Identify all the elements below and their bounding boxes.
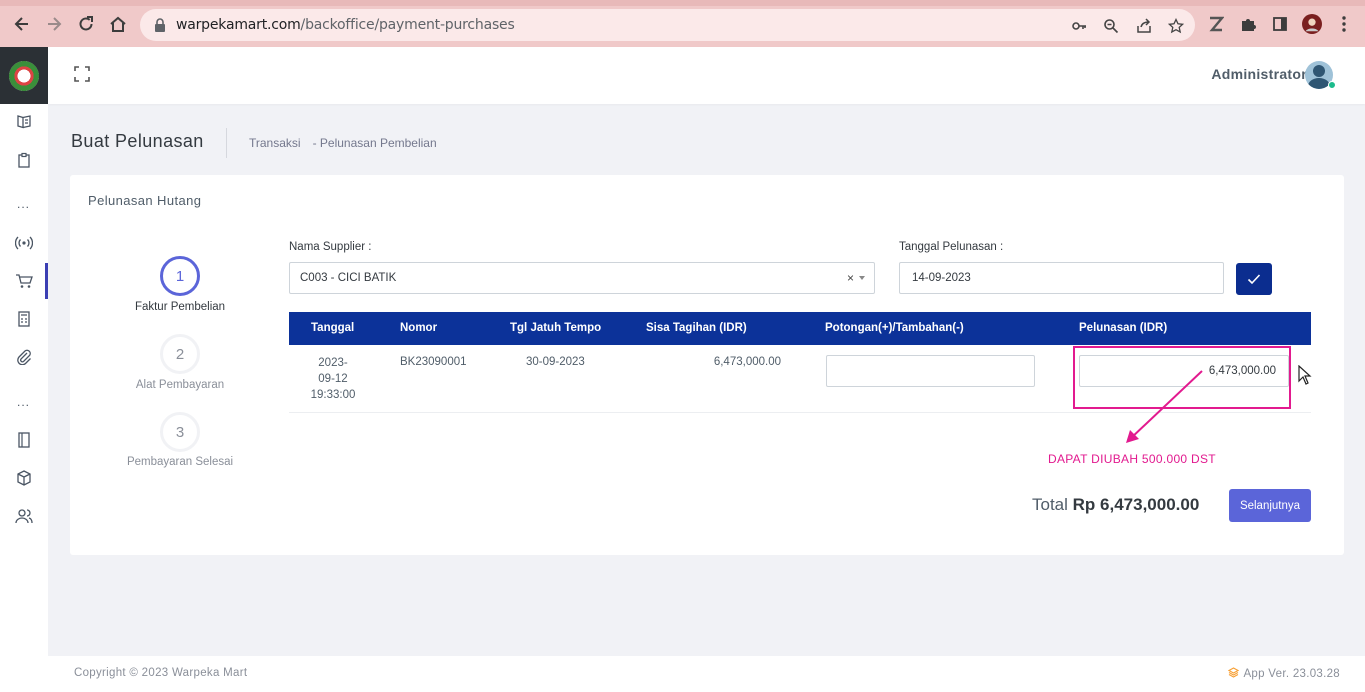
share-icon[interactable] xyxy=(1135,17,1153,35)
sidebar-logo-container[interactable] xyxy=(0,47,48,104)
layers-icon xyxy=(1228,667,1240,681)
url-host: warpekamart.com xyxy=(176,17,301,33)
annotation-text: DAPAT DIUBAH 500.000 DST xyxy=(1048,452,1216,466)
check-icon xyxy=(1247,274,1261,285)
step-2-circle: 2 xyxy=(160,334,200,374)
users-icon[interactable] xyxy=(14,506,34,526)
brand-logo xyxy=(9,60,39,91)
next-button[interactable]: Selanjutnya xyxy=(1229,489,1311,522)
row-date-line: 19:33:00 xyxy=(310,389,356,401)
annotation-arrow-icon xyxy=(1126,370,1203,443)
page-title: Buat Pelunasan xyxy=(71,131,204,151)
confirm-button[interactable] xyxy=(1236,263,1272,295)
supplier-selected-value: C003 - CICI BATIK xyxy=(300,272,397,284)
fullscreen-icon[interactable] xyxy=(73,65,91,83)
payment-card: Pelunasan Hutang 1 Faktur Pembelian 2 Al… xyxy=(70,175,1344,555)
attachment-icon[interactable] xyxy=(14,347,34,367)
footer: Copyright © 2023 Warpeka Mart App Ver. 2… xyxy=(48,656,1365,692)
sidebar-active-indicator xyxy=(45,263,48,299)
menu-section-dots: ... xyxy=(17,395,31,409)
key-icon[interactable] xyxy=(1070,17,1088,35)
total-amount: Total Rp 6,473,000.00 xyxy=(1032,495,1199,515)
column-header-due-date: Tgl Jatuh Tempo xyxy=(510,322,602,334)
url-path: /backoffice/payment-purchases xyxy=(300,17,515,33)
zotero-extension-icon[interactable] xyxy=(1206,14,1226,34)
step-3-circle: 3 xyxy=(160,412,200,452)
sidebar: ... ... xyxy=(0,47,48,692)
step-2-label: Alat Pembayaran xyxy=(135,379,225,391)
supplier-label: Nama Supplier : xyxy=(289,241,372,253)
browser-toolbar: warpekamart.com/backoffice/payment-purch… xyxy=(0,0,1365,47)
zoom-icon[interactable] xyxy=(1102,17,1120,35)
extensions-puzzle-icon[interactable] xyxy=(1238,14,1258,34)
step-1-label: Faktur Pembelian xyxy=(134,301,226,313)
book-icon[interactable] xyxy=(14,430,34,450)
tab-strip xyxy=(0,0,1365,6)
cart-icon[interactable] xyxy=(14,271,34,291)
chevron-down-icon[interactable] xyxy=(859,276,865,280)
calculator-icon[interactable] xyxy=(14,309,34,329)
mouse-cursor-icon xyxy=(1298,365,1312,385)
breadcrumb-item-current: - Pelunasan Pembelian xyxy=(312,136,437,150)
user-name[interactable]: Administrator xyxy=(1211,66,1307,82)
dashboard-icon[interactable] xyxy=(14,111,34,131)
avatar-body xyxy=(1308,78,1330,89)
breadcrumb: Transaksi - Pelunasan Pembelian xyxy=(226,128,443,158)
browser-menu-icon[interactable] xyxy=(1334,14,1354,34)
column-header-tanggal: Tanggal xyxy=(311,322,355,334)
online-status-dot xyxy=(1328,81,1336,89)
back-icon[interactable] xyxy=(11,13,33,35)
clipboard-icon[interactable] xyxy=(14,150,34,170)
copyright-text: Copyright © 2023 Warpeka Mart xyxy=(74,667,248,679)
row-date-line: 2023- xyxy=(318,357,348,369)
column-header-remaining: Sisa Tagihan (IDR) xyxy=(646,322,747,334)
reload-icon[interactable] xyxy=(75,13,97,35)
supplier-select[interactable]: C003 - CICI BATIK × xyxy=(289,262,875,294)
row-date: 2023- 09-12 19:33:00 xyxy=(309,355,357,403)
date-label: Tanggal Pelunasan : xyxy=(899,241,1004,253)
home-icon[interactable] xyxy=(107,13,129,35)
clear-selection-icon[interactable]: × xyxy=(847,271,854,285)
address-bar[interactable]: warpekamart.com/backoffice/payment-purch… xyxy=(140,9,1195,41)
row-remaining-amount: 6,473,000.00 xyxy=(713,356,781,368)
profile-avatar-icon[interactable] xyxy=(1302,14,1322,34)
total-value: Rp 6,473,000.00 xyxy=(1072,495,1200,514)
column-header-discount: Potongan(+)/Tambahan(-) xyxy=(825,322,964,334)
total-label: Total xyxy=(1032,495,1068,514)
column-header-nomor: Nomor xyxy=(400,322,438,334)
discount-input[interactable] xyxy=(826,355,1035,387)
url-text: warpekamart.com/backoffice/payment-purch… xyxy=(176,17,515,33)
avatar-head xyxy=(1313,65,1325,77)
app-version-text: App Ver. 23.03.28 xyxy=(1243,668,1340,680)
broadcast-icon[interactable] xyxy=(14,233,34,253)
side-panel-icon[interactable] xyxy=(1270,14,1290,34)
card-title: Pelunasan Hutang xyxy=(88,193,202,208)
payment-date-input[interactable]: 14-09-2023 xyxy=(899,262,1224,294)
package-icon[interactable] xyxy=(14,468,34,488)
step-1-circle: 1 xyxy=(160,256,200,296)
step-3-label: Pembayaran Selesai xyxy=(126,456,234,468)
menu-section-dots: ... xyxy=(17,197,31,211)
lock-icon xyxy=(155,18,165,32)
row-due-date: 30-09-2023 xyxy=(526,356,585,368)
invoice-table-header: Tanggal Nomor Tgl Jatuh Tempo Sisa Tagih… xyxy=(289,312,1311,345)
column-header-payment: Pelunasan (IDR) xyxy=(1079,322,1168,334)
row-invoice-number: BK23090001 xyxy=(400,356,467,368)
app-version: App Ver. 23.03.28 xyxy=(1228,667,1340,681)
breadcrumb-item-transaksi[interactable]: Transaksi xyxy=(249,136,301,150)
forward-icon[interactable] xyxy=(43,13,65,35)
bookmark-star-icon[interactable] xyxy=(1167,17,1185,35)
app-topbar: Administrator xyxy=(48,47,1365,104)
row-date-line: 09-12 xyxy=(318,373,348,385)
